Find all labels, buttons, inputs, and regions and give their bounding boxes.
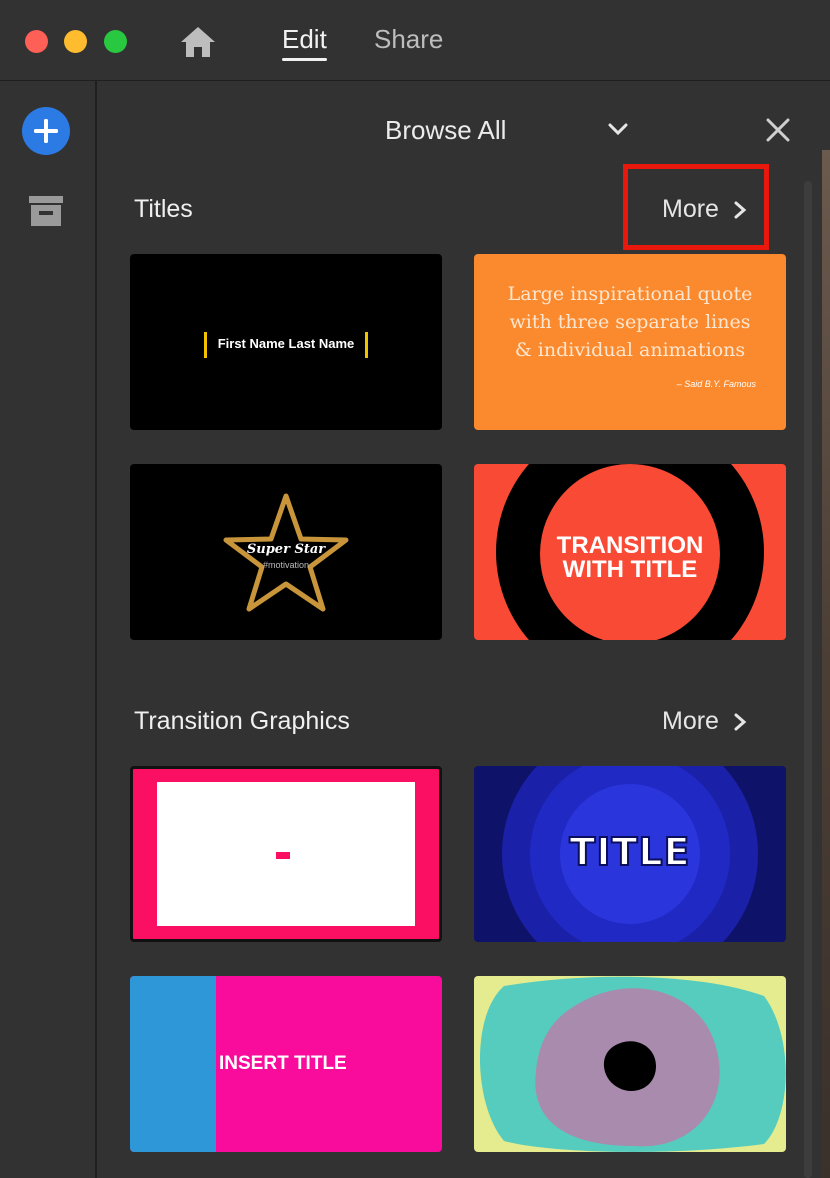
lower-third-text: First Name Last Name [217, 336, 355, 351]
super-star-title: Super Star [246, 542, 326, 557]
home-icon[interactable] [178, 24, 218, 60]
close-icon[interactable] [765, 117, 791, 143]
template-thumbnail-insert-title[interactable]: INSERT TITLE [130, 976, 442, 1152]
blue-title-text: TITLE [568, 829, 691, 875]
window-minimize-button[interactable] [64, 30, 87, 53]
tab-edit[interactable]: Edit [282, 24, 327, 61]
archive-icon[interactable] [28, 194, 64, 228]
transition-title-line-2: WITH TITLE [562, 556, 698, 583]
blue-stripe [130, 976, 216, 1152]
pink-mark [276, 852, 290, 859]
template-thumbnail-lower-third[interactable]: First Name Last Name [130, 254, 442, 430]
template-thumbnail-blue-title[interactable]: TITLE [474, 766, 786, 942]
template-thumbnail-super-star[interactable]: Super Star #motivation [130, 464, 442, 640]
template-thumbnail-quote[interactable]: Large inspirational quote with three sep… [474, 254, 786, 430]
section-title-titles: Titles [134, 195, 193, 223]
chevron-down-icon[interactable] [607, 121, 629, 137]
more-label: More [662, 707, 719, 735]
quote-line-2: with three separate lines [509, 311, 751, 333]
section-title-transition-graphics: Transition Graphics [134, 707, 350, 735]
title-bar: Edit Share [0, 0, 830, 81]
tab-share-label: Share [374, 24, 444, 54]
active-tab-underline [282, 58, 327, 61]
blob-shape [479, 976, 786, 1152]
template-thumbnail-transition-with-title[interactable]: TRANSITION WITH TITLE [474, 464, 786, 640]
tab-edit-label: Edit [282, 24, 327, 54]
accent-bar-right [365, 332, 368, 358]
quote-attribution: – Said B.Y. Famous [676, 379, 756, 389]
background-edge [822, 150, 830, 1178]
vertical-scrollbar[interactable] [804, 181, 812, 1178]
window-zoom-button[interactable] [104, 30, 127, 53]
insert-title-text: INSERT TITLE [219, 1053, 347, 1074]
highlight-box [623, 164, 769, 250]
add-icon [34, 119, 58, 143]
quote-line-3: & individual animations [514, 339, 746, 361]
accent-bar-left [204, 332, 207, 358]
left-toolbar [0, 81, 97, 1178]
super-star-subtitle: #motivation [262, 560, 310, 570]
window-close-button[interactable] [25, 30, 48, 53]
transition-graphics-more-link[interactable]: More [662, 707, 747, 736]
tab-share[interactable]: Share [374, 24, 443, 55]
template-thumbnail-blob[interactable] [474, 976, 786, 1152]
add-button[interactable] [22, 107, 70, 155]
browse-dropdown-label[interactable]: Browse All [385, 115, 506, 146]
quote-line-1: Large inspirational quote [507, 283, 753, 305]
template-thumbnail-pink-frame[interactable] [130, 766, 442, 942]
browse-panel: Browse All Titles More First Name Last N… [97, 81, 830, 1178]
chevron-right-icon [734, 713, 747, 730]
transition-title-line-1: TRANSITION [556, 532, 704, 559]
